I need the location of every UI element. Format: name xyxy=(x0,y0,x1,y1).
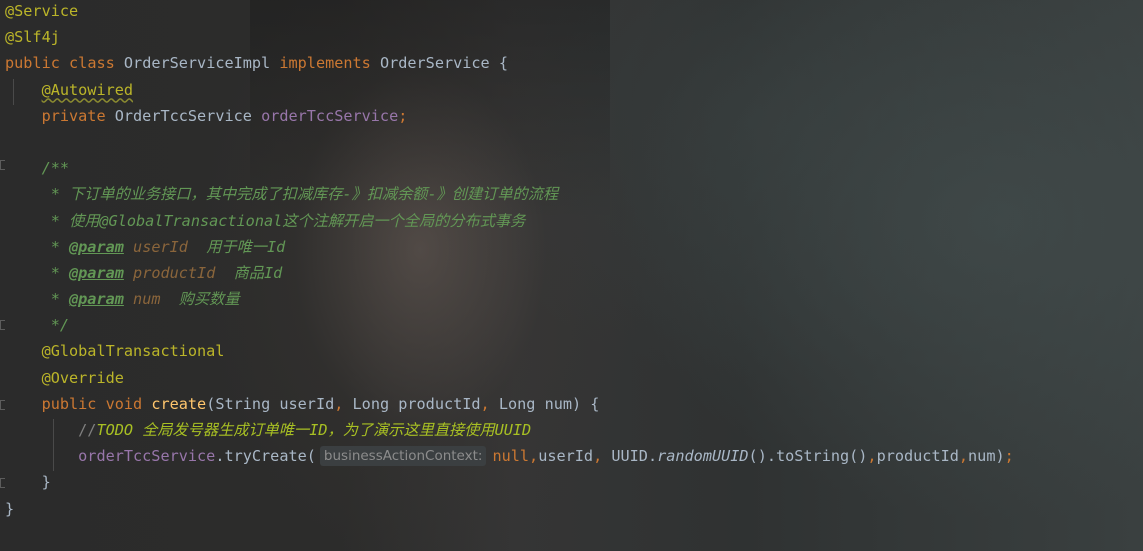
argument: productId xyxy=(876,447,959,466)
javadoc-star: * xyxy=(41,237,70,256)
javadoc-param-name: productId xyxy=(133,263,216,282)
keyword: public xyxy=(5,54,60,73)
comma: , xyxy=(529,447,539,466)
code-editor[interactable]: @Service @Slf4j public class OrderServic… xyxy=(0,0,1143,551)
interface-name: OrderService xyxy=(379,54,490,73)
params: (String userId xyxy=(206,394,335,413)
brace: } xyxy=(41,473,51,492)
code-line: /** xyxy=(5,157,1143,183)
annotation-override: @Override xyxy=(41,368,124,387)
code-line: * 使用@GlobalTransactional这个注解开启一个全局的分布式事务 xyxy=(5,210,1143,236)
javadoc-close: */ xyxy=(41,316,70,335)
brace: } xyxy=(5,499,15,518)
annotation-slf4j: @Slf4j xyxy=(5,28,60,47)
javadoc-param-tag: @param xyxy=(69,290,124,309)
code-line: public void create(String userId, Long p… xyxy=(5,393,1143,419)
method-name: create xyxy=(151,394,207,413)
code-line: @GlobalTransactional xyxy=(5,340,1143,366)
javadoc-param-tag: @param xyxy=(69,263,124,282)
params: Long num) { xyxy=(489,394,600,413)
argument: num) xyxy=(968,447,1005,466)
code-line: orderTccService.tryCreate(businessAction… xyxy=(5,445,1143,472)
comma: , xyxy=(867,447,877,466)
code-line: * @param productId 商品Id xyxy=(5,262,1143,288)
comma: , xyxy=(593,447,603,466)
type-name: OrderTccService xyxy=(114,106,252,125)
javadoc-text: * 下订单的业务接口，其中完成了扣减库存-》扣减余额-》创建订单的流程 xyxy=(41,185,559,204)
keyword: implements xyxy=(279,54,371,73)
javadoc-param-tag: @param xyxy=(69,237,124,256)
params: Long productId xyxy=(343,394,481,413)
class-name: OrderServiceImpl xyxy=(123,54,271,73)
keyword: void xyxy=(105,394,143,413)
annotation-autowired: @Autowired xyxy=(41,80,134,99)
code-line: * @param userId 用于唯一Id xyxy=(5,236,1143,262)
code-line: * 下订单的业务接口，其中完成了扣减库存-》扣减余额-》创建订单的流程 xyxy=(5,183,1143,209)
argument: ().toString() xyxy=(748,447,868,466)
javadoc-param-desc: 用于唯一Id xyxy=(187,237,286,256)
code-line: private OrderTccService orderTccService; xyxy=(5,105,1143,131)
keyword: class xyxy=(69,54,115,73)
javadoc-param-name: num xyxy=(133,290,161,309)
javadoc-star: * xyxy=(41,290,70,309)
javadoc-text: * 使用@GlobalTransactional这个注解开启一个全局的分布式事务 xyxy=(41,211,526,230)
code-line: } xyxy=(5,498,1143,524)
argument: UUID. xyxy=(602,447,658,466)
parameter-hint: businessActionContext: xyxy=(319,446,487,467)
comment-slashes: // xyxy=(78,421,97,439)
keyword: private xyxy=(41,106,106,125)
annotation-service: @Service xyxy=(5,2,79,20)
code-line: } xyxy=(5,471,1143,497)
code-line: public class OrderServiceImpl implements… xyxy=(5,52,1143,78)
field-name: orderTccService xyxy=(261,106,399,125)
code-line: */ xyxy=(5,314,1143,340)
code-line: //TODO 全局发号器生成订单唯一ID，为了演示这里直接使用UUID xyxy=(5,419,1143,446)
code-line: @Override xyxy=(5,367,1143,393)
todo-comment: TODO 全局发号器生成订单唯一ID，为了演示这里直接使用UUID xyxy=(96,421,532,439)
semicolon: ; xyxy=(1004,447,1014,466)
javadoc-star: * xyxy=(41,263,70,282)
static-method-call: randomUUID xyxy=(657,447,749,466)
keyword: public xyxy=(41,394,97,413)
code-line: * @param num 购买数量 xyxy=(5,288,1143,314)
code-area[interactable]: @Service @Slf4j public class OrderServic… xyxy=(5,0,1143,524)
javadoc-param-name: userId xyxy=(133,237,188,256)
argument: userId xyxy=(538,447,594,466)
javadoc-param-desc: 购买数量 xyxy=(160,290,240,309)
null-keyword: null xyxy=(492,447,530,466)
comma: , xyxy=(480,394,490,413)
annotation-global-transactional: @GlobalTransactional xyxy=(41,342,225,361)
javadoc-open: /** xyxy=(41,159,70,178)
javadoc-param-desc: 商品Id xyxy=(215,263,283,282)
brace: { xyxy=(489,54,508,73)
code-line: @Autowired xyxy=(5,78,1143,105)
code-line: @Slf4j xyxy=(5,26,1143,52)
comma: , xyxy=(958,447,969,466)
field-name: orderTccService xyxy=(78,447,216,466)
code-line: @Service xyxy=(5,0,1143,26)
semicolon: ; xyxy=(398,106,408,125)
method-call: .tryCreate( xyxy=(215,447,316,466)
